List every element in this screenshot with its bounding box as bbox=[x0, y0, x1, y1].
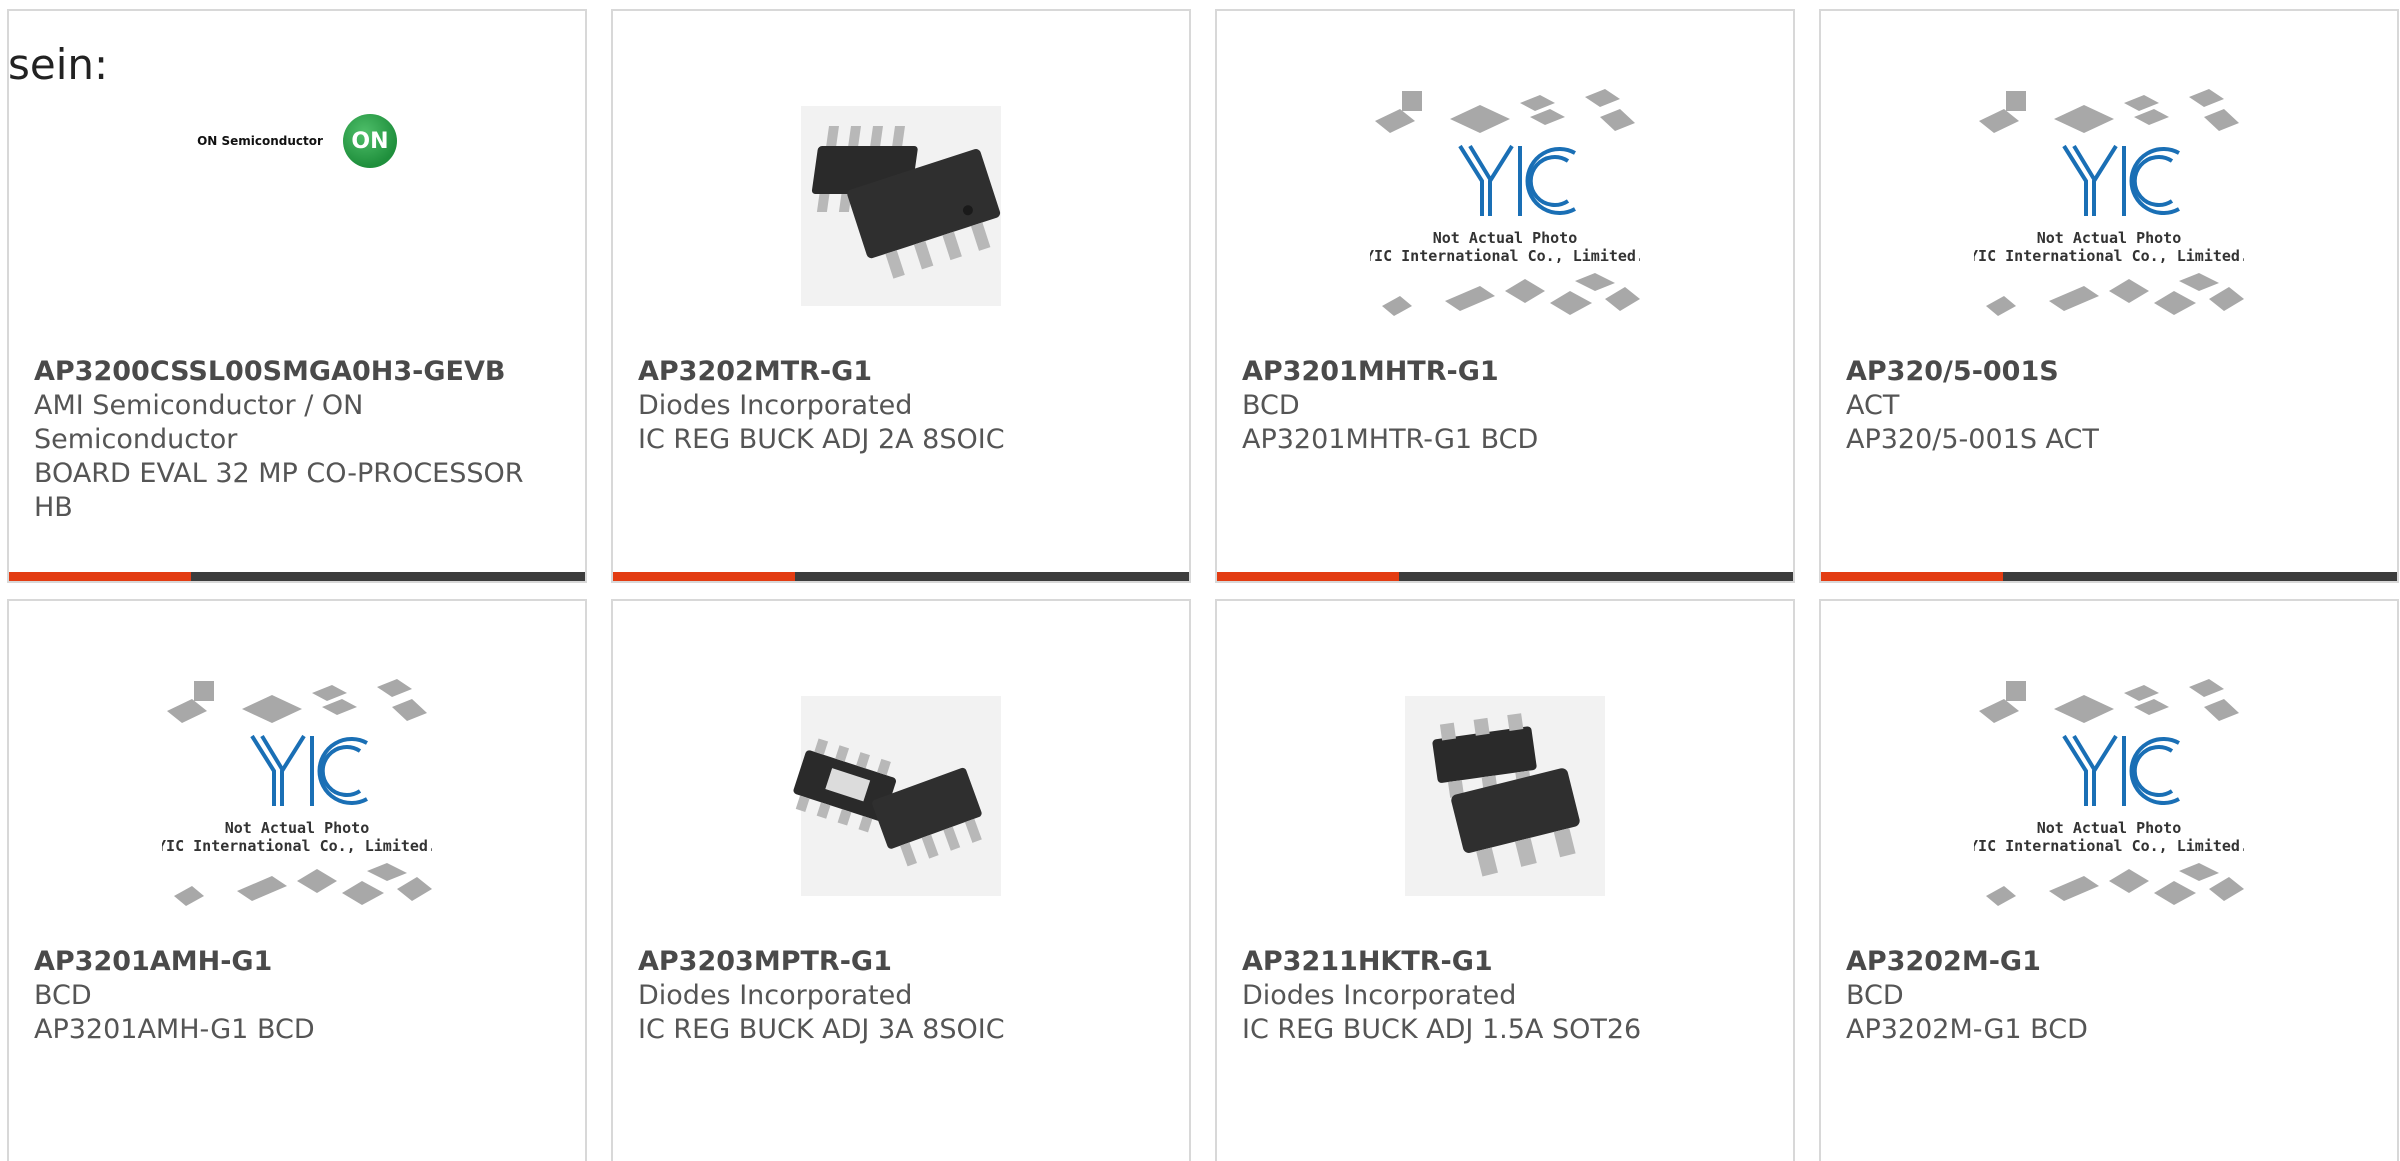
description: AP320/5-001S ACT bbox=[1846, 424, 2099, 455]
card-accent bbox=[613, 572, 795, 581]
manufacturer: BCD bbox=[1846, 980, 1904, 1011]
soic8-chip-photo bbox=[793, 696, 1001, 896]
part-number[interactable]: AP3211HKTR-G1 bbox=[1242, 945, 1773, 979]
manufacturer: BCD bbox=[1242, 390, 1300, 421]
placeholder-line2: YIC International Co., Limited. bbox=[1974, 837, 2244, 855]
product-image: Not Actual Photo YIC International Co., … bbox=[9, 661, 585, 931]
product-card[interactable]: ON Semiconductor ON AP3200CSSL00SMGA0H3-… bbox=[7, 9, 587, 583]
card-bottom-bar bbox=[613, 572, 1189, 581]
soic8-chip-photo bbox=[801, 106, 1001, 306]
placeholder-line1: Not Actual Photo bbox=[1433, 229, 1578, 247]
card-bottom-bar bbox=[1821, 572, 2397, 581]
product-card[interactable]: AP3203MPTR-G1 Diodes Incorporated IC REG… bbox=[611, 599, 1191, 1161]
card-accent bbox=[1821, 572, 2003, 581]
description: IC REG BUCK ADJ 1.5A SOT26 bbox=[1242, 1014, 1642, 1045]
yic-placeholder-image: Not Actual Photo YIC International Co., … bbox=[162, 679, 432, 906]
product-image bbox=[613, 661, 1189, 931]
product-image bbox=[1217, 661, 1793, 931]
part-number[interactable]: AP3201MHTR-G1 bbox=[1242, 355, 1773, 389]
manufacturer: BCD bbox=[34, 980, 92, 1011]
product-image: ON Semiconductor ON bbox=[9, 71, 585, 341]
sot26-chip-photo bbox=[1405, 696, 1605, 896]
product-card[interactable]: Not Actual Photo YIC International Co., … bbox=[7, 599, 587, 1161]
on-badge: ON bbox=[342, 114, 397, 168]
manufacturer: ACT bbox=[1846, 390, 1900, 421]
part-number[interactable]: AP3202MTR-G1 bbox=[638, 355, 1169, 389]
product-image bbox=[613, 71, 1189, 341]
placeholder-line2: YIC International Co., Limited. bbox=[1370, 247, 1640, 265]
description: AP3202M-G1 BCD bbox=[1846, 1014, 2088, 1045]
description: IC REG BUCK ADJ 3A 8SOIC bbox=[638, 1014, 1005, 1045]
product-card[interactable]: AP3211HKTR-G1 Diodes Incorporated IC REG… bbox=[1215, 599, 1795, 1161]
card-accent bbox=[9, 572, 191, 581]
intro-text: sein: bbox=[8, 40, 109, 89]
yic-placeholder-image: Not Actual Photo YIC International Co., … bbox=[1974, 679, 2244, 906]
product-grid-page: sein: ON Semiconductor ON AP3200CSSL00SM… bbox=[0, 0, 2400, 1161]
card-bottom-bar bbox=[1217, 572, 1793, 581]
product-card[interactable]: AP3202MTR-G1 Diodes Incorporated IC REG … bbox=[611, 9, 1191, 583]
product-card[interactable]: Not Actual Photo YIC International Co., … bbox=[1215, 9, 1795, 583]
description: AP3201AMH-G1 BCD bbox=[34, 1014, 315, 1045]
description: AP3201MHTR-G1 BCD bbox=[1242, 424, 1539, 455]
part-number[interactable]: AP320/5-001S bbox=[1846, 355, 2377, 389]
product-card[interactable]: Not Actual Photo YIC International Co., … bbox=[1819, 599, 2399, 1161]
product-image: Not Actual Photo YIC International Co., … bbox=[1821, 71, 2397, 341]
manufacturer: AMI Semiconductor / ON Semiconductor bbox=[34, 390, 364, 455]
product-image: Not Actual Photo YIC International Co., … bbox=[1821, 661, 2397, 931]
yic-placeholder-image: Not Actual Photo YIC International Co., … bbox=[1370, 89, 1640, 316]
manufacturer: Diodes Incorporated bbox=[1242, 980, 1517, 1011]
part-number[interactable]: AP3201AMH-G1 bbox=[34, 945, 565, 979]
placeholder-line2: YIC International Co., Limited. bbox=[1974, 247, 2244, 265]
yic-placeholder-image: Not Actual Photo YIC International Co., … bbox=[1974, 89, 2244, 316]
description: BOARD EVAL 32 MP CO-PROCESSOR HB bbox=[34, 458, 524, 523]
manufacturer: Diodes Incorporated bbox=[638, 390, 913, 421]
placeholder-line1: Not Actual Photo bbox=[225, 819, 370, 837]
manufacturer: Diodes Incorporated bbox=[638, 980, 913, 1011]
card-bottom-bar bbox=[9, 572, 585, 581]
card-accent bbox=[1217, 572, 1399, 581]
placeholder-line1: Not Actual Photo bbox=[2037, 229, 2182, 247]
part-number[interactable]: AP3202M-G1 bbox=[1846, 945, 2377, 979]
part-number[interactable]: AP3203MPTR-G1 bbox=[638, 945, 1169, 979]
on-semiconductor-logo: ON Semiconductor ON bbox=[197, 114, 397, 168]
part-number[interactable]: AP3200CSSL00SMGA0H3-GEVB bbox=[34, 355, 565, 389]
product-card[interactable]: Not Actual Photo YIC International Co., … bbox=[1819, 9, 2399, 583]
placeholder-line2: YIC International Co., Limited. bbox=[162, 837, 432, 855]
on-wordmark: ON Semiconductor bbox=[197, 134, 323, 148]
description: IC REG BUCK ADJ 2A 8SOIC bbox=[638, 424, 1005, 455]
placeholder-line1: Not Actual Photo bbox=[2037, 819, 2182, 837]
product-image: Not Actual Photo YIC International Co., … bbox=[1217, 71, 1793, 341]
